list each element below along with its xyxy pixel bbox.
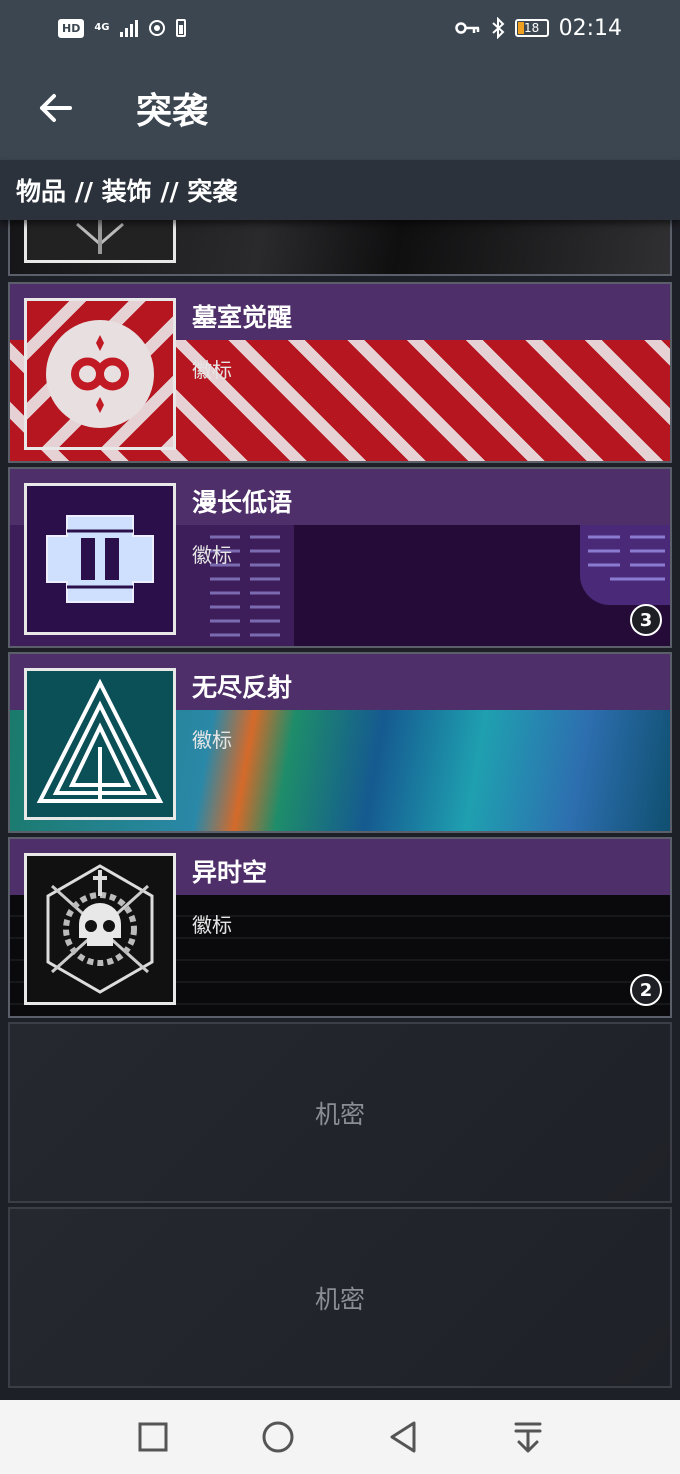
list-item[interactable]: 墓室觉醒 徽标 bbox=[8, 282, 672, 463]
locked-item[interactable]: 机密 bbox=[8, 1207, 672, 1388]
key-icon bbox=[454, 22, 479, 34]
item-type: 徽标 bbox=[192, 358, 232, 382]
status-left: HD 4G bbox=[58, 18, 186, 38]
infinity-emblem-icon bbox=[46, 320, 154, 428]
battery-level: 18 bbox=[523, 21, 540, 35]
emblem-thumbnail bbox=[24, 853, 176, 1005]
system-back-button[interactable] bbox=[373, 1407, 433, 1467]
locked-item[interactable]: 机密 bbox=[8, 1022, 672, 1203]
emblem-thumbnail bbox=[24, 298, 176, 450]
item-type: 徽标 bbox=[192, 913, 232, 937]
notification-drawer-icon bbox=[514, 1422, 541, 1453]
battery-saver-icon bbox=[175, 19, 186, 37]
recents-button[interactable] bbox=[123, 1407, 183, 1467]
emblem-icon bbox=[76, 220, 124, 254]
count-badge: 2 bbox=[630, 974, 662, 1006]
system-nav-bar bbox=[0, 1400, 680, 1474]
hd-icon: HD bbox=[58, 18, 85, 38]
back-button[interactable] bbox=[20, 73, 90, 143]
glyph-emblem-icon bbox=[46, 515, 154, 603]
square-icon bbox=[138, 1422, 167, 1452]
network-type: 4G bbox=[94, 22, 110, 33]
breadcrumb: 物品 // 装饰 // 突袭 bbox=[0, 160, 680, 220]
clock: 02:14 bbox=[558, 15, 622, 41]
list-item[interactable]: 漫长低语 徽标 3 bbox=[8, 467, 672, 648]
status-right: 18 02:14 bbox=[454, 15, 622, 41]
emblem-thumbnail bbox=[24, 220, 176, 263]
triangle-back-icon bbox=[390, 1421, 415, 1453]
emblem-list: 墓室觉醒 徽标 漫长低语 徽标 3 无尽反射 徽标 异时空 徽标 2 机密 机密 bbox=[0, 220, 680, 1400]
item-name: 漫长低语 bbox=[192, 488, 293, 517]
item-name: 无尽反射 bbox=[192, 673, 293, 702]
screen: HD 4G 18 02:14 突袭 物品 // 装饰 // 突袭 墓室觉醒 徽标… bbox=[0, 0, 680, 1474]
notification-drawer-button[interactable] bbox=[498, 1407, 558, 1467]
app-bar: 突袭 bbox=[0, 56, 680, 160]
item-type: 徽标 bbox=[192, 728, 232, 752]
signal-icon bbox=[119, 19, 138, 37]
emblem-thumbnail bbox=[24, 668, 176, 820]
emblem-thumbnail bbox=[24, 483, 176, 635]
locked-label: 机密 bbox=[314, 1099, 365, 1129]
page-title: 突袭 bbox=[136, 91, 209, 132]
triangle-emblem-icon bbox=[36, 678, 164, 803]
circle-icon bbox=[262, 1421, 293, 1453]
item-type: 徽标 bbox=[192, 543, 232, 567]
list-item[interactable]: 无尽反射 徽标 bbox=[8, 652, 672, 833]
item-name: 异时空 bbox=[192, 858, 268, 887]
count-badge: 3 bbox=[630, 604, 662, 636]
bluetooth-icon bbox=[491, 17, 505, 39]
locked-label: 机密 bbox=[314, 1284, 365, 1314]
list-item-partial[interactable] bbox=[8, 220, 672, 276]
hotspot-icon bbox=[148, 20, 165, 36]
battery-icon: 18 bbox=[514, 19, 549, 37]
skull-emblem-icon bbox=[46, 864, 154, 994]
list-item[interactable]: 异时空 徽标 2 bbox=[8, 837, 672, 1018]
home-button[interactable] bbox=[248, 1407, 308, 1467]
status-bar: HD 4G 18 02:14 bbox=[0, 0, 680, 56]
arrow-left-icon bbox=[40, 94, 72, 122]
item-name: 墓室觉醒 bbox=[192, 303, 293, 332]
